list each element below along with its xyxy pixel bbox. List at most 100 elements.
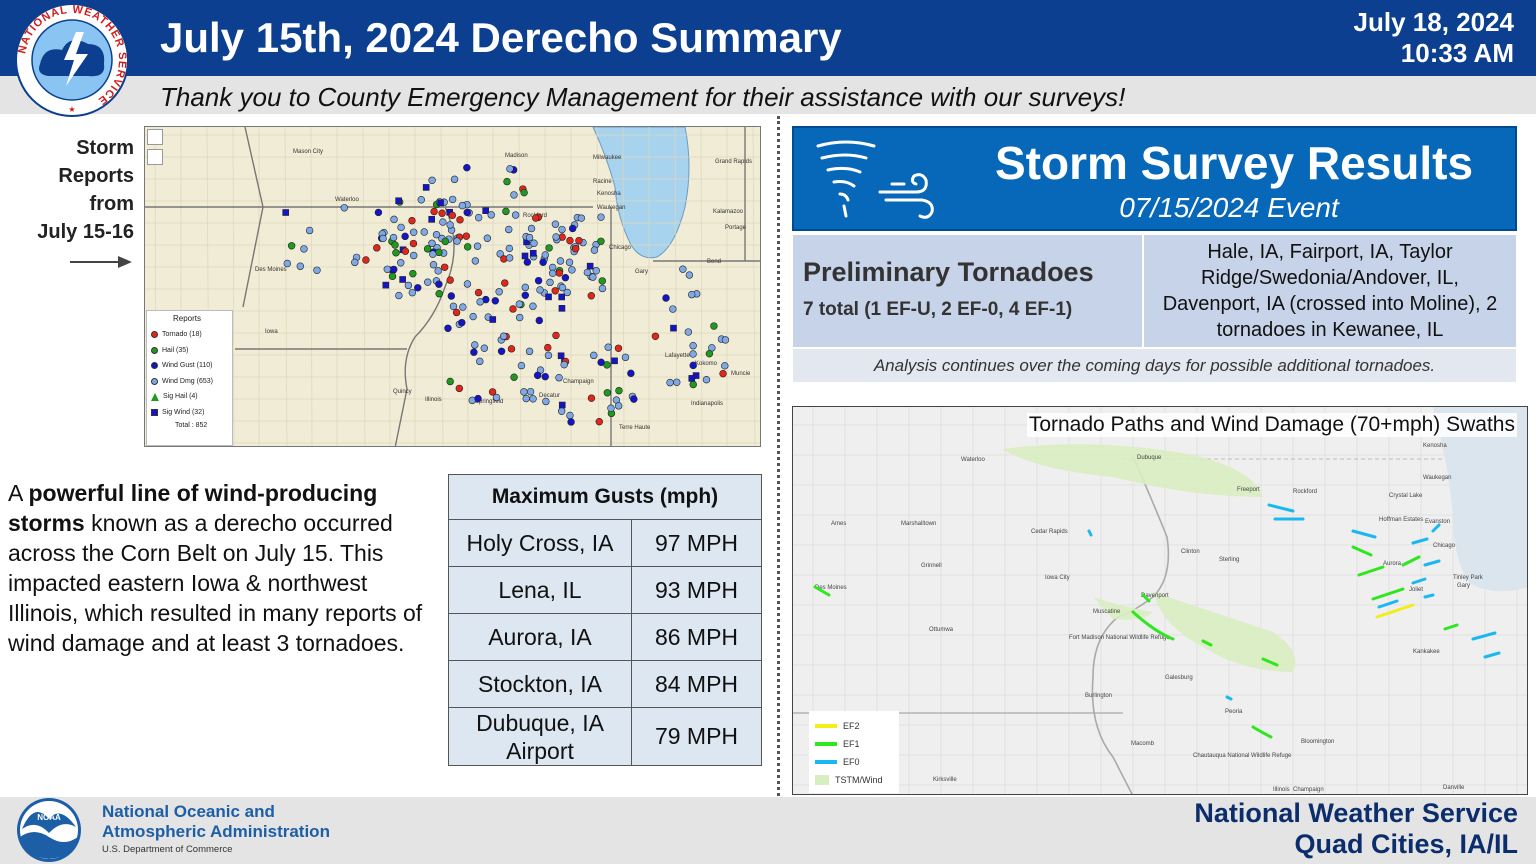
sig-wind-report (282, 209, 290, 216)
storm-report-dot (530, 239, 538, 247)
map-label: Kokomo (695, 361, 718, 367)
storm-report-dot (552, 331, 560, 340)
issue-datetime: July 18, 2024 10:33 AM (1354, 7, 1514, 69)
legend-label: Tornado (18) (162, 331, 202, 339)
storm-report-dot (458, 318, 466, 327)
storm-report-dot (483, 234, 492, 242)
storm-report-dot (448, 211, 457, 220)
storm-report-dot (561, 273, 570, 282)
storm-report-dot (507, 345, 516, 353)
issue-date: July 18, 2024 (1353, 7, 1514, 37)
storm-report-dot (463, 280, 472, 288)
storm-report-dot (662, 294, 670, 302)
storm-report-dot (503, 177, 511, 186)
storm-report-dot (409, 251, 418, 260)
storm-report-dot (566, 236, 574, 245)
storm-report-dot (555, 269, 564, 277)
legend-entry: Wind Dmg (653) (151, 374, 228, 390)
storm-report-dot (474, 288, 483, 297)
legend-entry: Wind Gust (110) (151, 358, 228, 374)
storm-report-dot (526, 387, 535, 396)
storm-report-dot (471, 341, 479, 349)
storm-report-dot (679, 265, 687, 273)
map-label: Chicago (609, 245, 632, 251)
legend-label: Sig Hail (4) (163, 393, 198, 401)
map-label: Mason City (293, 149, 323, 155)
storm-reports-map-canvas: Madison Milwaukee Racine Kenosha Waukegan Gra… (145, 127, 760, 446)
sig-wind-report (611, 357, 618, 365)
storm-report-dot (429, 250, 437, 258)
sig-wind-report (482, 207, 489, 214)
damage-path (1225, 695, 1233, 701)
map-label: Cedar Rapids (1031, 529, 1068, 535)
map-label: Terre Haute (619, 425, 651, 431)
storm-report-dot (446, 377, 454, 386)
storm-report-dot (435, 248, 443, 257)
map-label: Aurora (1383, 561, 1402, 567)
storm-report-dot (577, 214, 586, 222)
storm-report-dot (521, 283, 529, 292)
storm-report-dot (529, 302, 537, 310)
circle-symbol (151, 346, 158, 354)
storm-report-dot (525, 233, 534, 242)
map-label: Fort Madison National Wildlife Refuge (1069, 635, 1170, 641)
column-divider (777, 116, 780, 796)
storm-report-dot (473, 242, 482, 250)
storm-report-dot (689, 380, 697, 389)
map-label: Waterloo (335, 197, 359, 203)
sig-wind-report (521, 252, 529, 260)
gust-location: Lena, IL (448, 566, 632, 614)
map-label: Illinois (425, 397, 442, 403)
storm-report-dot (305, 226, 314, 235)
storm-report-dot (621, 353, 630, 362)
page-title: July 15th, 2024 Derecho Summary (160, 14, 842, 61)
tornado-total: 7 total (1 EF-U, 2 EF-0, 4 EF-1) (803, 299, 1072, 321)
storm-report-dot (597, 213, 605, 221)
storm-report-dot (505, 225, 513, 234)
legend-ef0: EF0 (815, 753, 893, 771)
noaa-name: National Oceanic and Atmospheric Adminis… (102, 802, 330, 842)
gust-speed: 86 MPH (631, 613, 762, 661)
map-label: Hoffman Estates (1379, 517, 1423, 523)
storm-report-dot (558, 283, 567, 292)
analysis-note: Analysis continues over the coming days … (793, 349, 1516, 382)
noaa-name-line: Atmospheric Administration (102, 822, 330, 841)
gust-location: Aurora, IA (448, 613, 632, 661)
storm-report-dot (340, 204, 349, 212)
sig-wind-report (558, 305, 566, 312)
noaa-name-line: National Oceanic and (102, 802, 275, 821)
storm-report-dot (544, 343, 552, 352)
map-label: Burlington (1085, 693, 1112, 699)
triangle-symbol (151, 392, 159, 401)
storm-report-dot (456, 216, 464, 224)
storm-report-dot (630, 395, 638, 403)
storm-report-dot (409, 239, 418, 248)
storm-report-dot (492, 393, 501, 402)
tornado-paths-map-canvas: Waterloo Dubuque Freeport Rockford Kenosha Wa… (793, 407, 1527, 794)
storm-report-dot (423, 245, 432, 253)
issue-time: 10:33 AM (1400, 38, 1514, 68)
sig-wind-report (586, 262, 594, 270)
storm-report-dot (439, 218, 447, 226)
storm-report-dot (487, 211, 495, 219)
storm-report-dot (455, 384, 464, 393)
storm-report-dot (313, 266, 321, 274)
table-row: Aurora, IA 86 MPH (448, 613, 762, 661)
legend-label: EF1 (843, 739, 860, 749)
map-label: Rockford (1293, 489, 1317, 495)
ef2-swatch (815, 724, 837, 728)
map-label: Chautauqua National Wildlife Refuge (1193, 753, 1292, 759)
storm-report-dot (685, 271, 694, 279)
storm-report-dot (669, 305, 677, 313)
storm-report-dot (409, 269, 417, 278)
map-label: Waterloo (961, 457, 985, 463)
storm-report-dot (590, 246, 599, 254)
legend-ef2: EF2 (815, 717, 893, 735)
map-label: Tinley Park (1453, 575, 1484, 581)
storm-report-dot (397, 223, 405, 232)
ef1-swatch (815, 742, 837, 746)
legend-tstm: TSTM/Wind (815, 771, 893, 789)
storm-report-dot (495, 288, 503, 296)
storm-reports-label-line: Reports (58, 165, 134, 187)
storm-report-dot (434, 267, 442, 275)
